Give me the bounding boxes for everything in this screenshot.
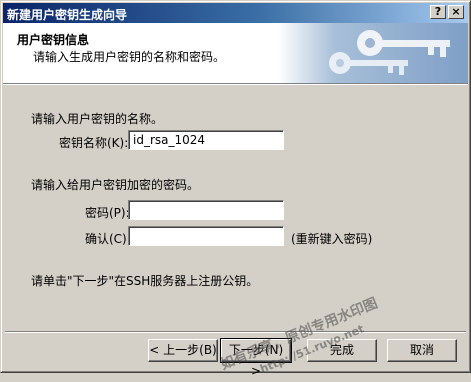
header-divider-highlight	[3, 84, 468, 85]
window-title: 新建用户密钥生成向导	[7, 8, 128, 22]
key-name-input[interactable]	[128, 130, 284, 150]
confirm-password-input[interactable]	[128, 226, 284, 246]
header-title: 用户密钥信息	[17, 33, 90, 47]
back-button[interactable]: < 上一步(B)	[148, 339, 218, 362]
header-subtitle: 请输入生成用户密钥的名称和密码。	[33, 50, 226, 64]
footer-divider-highlight	[5, 332, 466, 333]
help-button[interactable]: ?	[430, 5, 446, 19]
key-name-prompt: 请输入用户密钥的名称。	[31, 112, 164, 126]
confirm-hint: (重新键入密码)	[291, 232, 373, 246]
finish-button[interactable]: 完成	[307, 339, 377, 362]
close-button[interactable]: ×	[448, 5, 464, 19]
title-bar[interactable]: 新建用户密钥生成向导 ? ×	[3, 3, 468, 23]
password-input[interactable]	[128, 200, 284, 220]
password-label: 密码(P):	[85, 206, 130, 220]
key-name-label: 密钥名称(K):	[59, 136, 129, 150]
next-button[interactable]: 下一步(N) >	[220, 338, 292, 378]
confirm-label: 确认(C):	[85, 232, 131, 246]
wizard-header: 用户密钥信息 请输入生成用户密钥的名称和密码。	[3, 23, 468, 83]
password-prompt: 请输入给用户密钥加密的密码。	[31, 178, 200, 192]
wizard-window: 新建用户密钥生成向导 ? × 用户密钥信息 请输入生成用户密钥的名称和密码。 请…	[0, 0, 471, 378]
keys-banner-icon	[278, 23, 468, 83]
cancel-button[interactable]: 取消	[387, 339, 457, 362]
instruction-text: 请单击"下一步"在SSH服务器上注册公钥。	[31, 274, 259, 288]
